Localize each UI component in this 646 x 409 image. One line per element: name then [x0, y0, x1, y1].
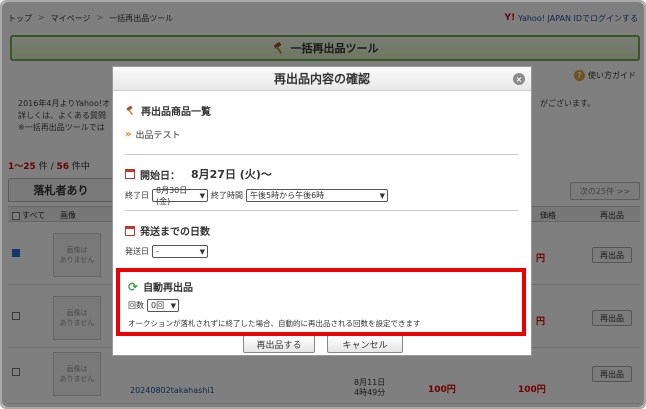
- item-name: 出品テスト: [135, 131, 181, 141]
- end-day-value: 8月30日 (金): [156, 185, 188, 206]
- chevron-down-icon: ▼: [379, 191, 385, 200]
- auto-relist-section: ⟳ 自動再出品 回数 0回 ▼ オークションが落札されずに終了した場合、自動的に…: [116, 268, 526, 336]
- ship-day-select[interactable]: - ▼: [152, 245, 208, 258]
- relist-submit-button[interactable]: 再出品する: [243, 335, 315, 353]
- end-time-label: 終了時間: [211, 191, 243, 200]
- chevron-down-icon: ▼: [170, 301, 176, 310]
- hammer-icon: [126, 105, 133, 116]
- item-list-section: 再出品商品一覧 » 出品テスト: [125, 103, 519, 141]
- close-icon[interactable]: ×: [513, 73, 525, 85]
- shipping-label: 発送までの日数: [140, 227, 210, 238]
- item-list-label: 再出品商品一覧: [141, 107, 211, 118]
- shipping-section: 発送までの日数 発送日 - ▼: [125, 223, 519, 258]
- auto-relist-title: ⟳ 自動再出品: [128, 279, 514, 295]
- item-entry: » 出品テスト: [125, 128, 519, 141]
- auto-count-label: 回数: [128, 301, 144, 310]
- chevron-down-icon: ▼: [199, 191, 205, 200]
- end-day-select[interactable]: 8月30日 (金) ▼: [152, 186, 208, 206]
- calendar-icon: [125, 169, 135, 179]
- auto-relist-note: オークションが落札されずに終了した場合、自動的に再出品される回数を設定できます: [128, 319, 421, 328]
- divider: [125, 210, 519, 211]
- shipping-title: 発送までの日数: [125, 223, 519, 238]
- auto-relist-label: 自動再出品: [143, 283, 194, 294]
- end-fields: 終了日 8月30日 (金) ▼ 終了時間 午後5時から午後6時 ▼: [125, 186, 519, 206]
- double-chevron-icon: »: [125, 129, 132, 140]
- calendar-icon: [125, 225, 135, 236]
- item-list-title: 再出品商品一覧: [125, 103, 519, 118]
- dialog-title: 再出品内容の確認: [273, 72, 370, 86]
- shipping-fields: 発送日 - ▼: [125, 245, 519, 258]
- auto-relist-content: ⟳ 自動再出品 回数 0回 ▼ オークションが落札されずに終了した場合、自動的に…: [128, 279, 514, 329]
- ship-day-label: 発送日: [125, 247, 149, 256]
- start-date-title: 開始日： 8月27日 (火)〜: [125, 166, 519, 182]
- start-date-label: 開始日：: [140, 170, 180, 182]
- dialog-header: 再出品内容の確認 ×: [113, 67, 531, 91]
- ship-day-value: -: [156, 247, 159, 256]
- start-date-section: 開始日： 8月27日 (火)〜 終了日 8月30日 (金) ▼ 終了時間 午後5…: [125, 166, 519, 206]
- auto-count-select[interactable]: 0回 ▼: [147, 299, 179, 312]
- end-time-select[interactable]: 午後5時から午後6時 ▼: [246, 189, 388, 202]
- cancel-button[interactable]: キャンセル: [327, 335, 403, 353]
- chevron-down-icon: ▼: [199, 247, 205, 256]
- auto-count-value: 0回: [151, 301, 165, 310]
- start-date-value: 8月27日 (火)〜: [191, 168, 272, 181]
- auto-count-fields: 回数 0回 ▼: [128, 299, 514, 312]
- end-day-label: 終了日: [125, 191, 149, 200]
- refresh-icon: ⟳: [128, 279, 139, 294]
- divider: [125, 154, 519, 155]
- end-time-value: 午後5時から午後6時: [250, 191, 325, 200]
